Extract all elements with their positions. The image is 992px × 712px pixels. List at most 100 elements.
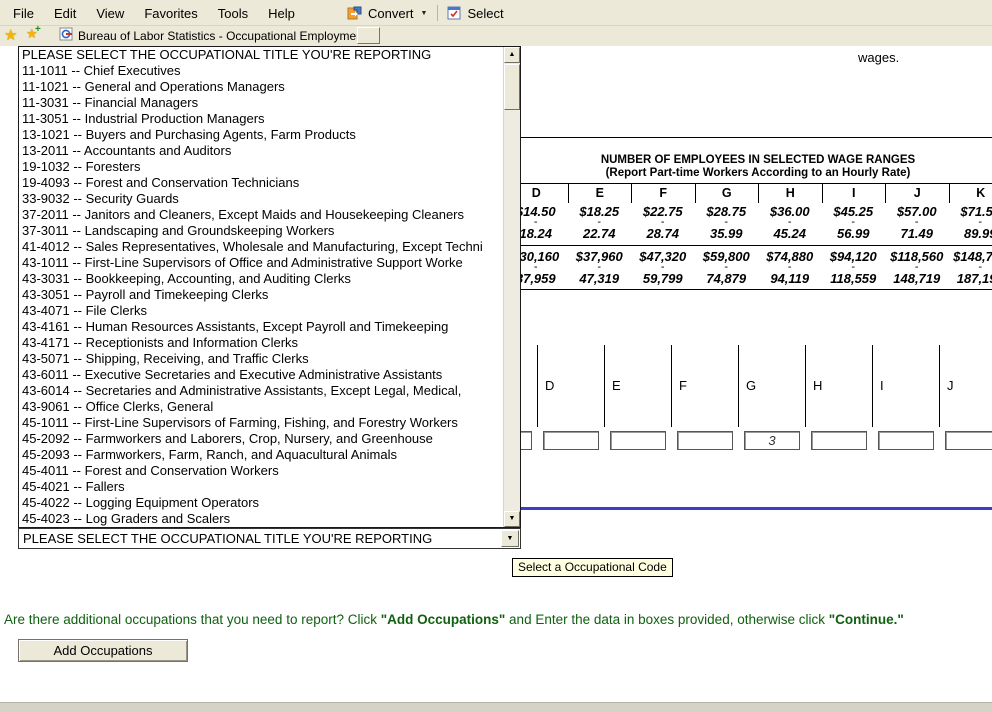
dropdown-option[interactable]: 13-2011 -- Accountants and Auditors — [19, 143, 503, 159]
dropdown-option[interactable]: 45-2093 -- Farmworkers, Farm, Ranch, and… — [19, 447, 503, 463]
annual-max: 94,119 — [758, 272, 822, 285]
employee-count-input[interactable] — [878, 431, 934, 450]
dropdown-option[interactable]: 43-4161 -- Human Resources Assistants, E… — [19, 319, 503, 335]
dropdown-option[interactable]: 43-3051 -- Payroll and Timekeeping Clerk… — [19, 287, 503, 303]
dropdown-option[interactable]: PLEASE SELECT THE OCCUPATIONAL TITLE YOU… — [19, 47, 503, 63]
annual-range-cell: $37,960 - 47,319 — [568, 250, 632, 285]
annual-range-cell: $74,880 - 94,119 — [758, 250, 822, 285]
entry-inputs — [470, 431, 992, 450]
toolbar-blank-button[interactable] — [357, 27, 380, 44]
dropdown-option[interactable]: 19-1032 -- Foresters — [19, 159, 503, 175]
employee-count-input[interactable] — [610, 431, 666, 450]
annual-max: 59,799 — [631, 272, 695, 285]
dropdown-option[interactable]: 11-3031 -- Financial Managers — [19, 95, 503, 111]
entry-column-letter: E — [612, 378, 621, 393]
wage-column-letter: F — [631, 184, 695, 203]
menu-item[interactable]: View — [86, 0, 134, 26]
favorites-star-icon[interactable]: ★ — [4, 26, 17, 44]
hourly-range-cell: $71.50 - 89.99 — [949, 205, 992, 240]
dropdown-scrollbar[interactable]: ▲ ▼ — [503, 47, 520, 527]
annual-max: 148,719 — [885, 272, 949, 285]
tab-title: Bureau of Labor Statistics - Occupationa… — [78, 29, 366, 43]
dropdown-option[interactable]: 45-1011 -- First-Line Supervisors of Far… — [19, 415, 503, 431]
dropdown-option[interactable]: 45-4022 -- Logging Equipment Operators — [19, 495, 503, 511]
hourly-range-cell: $22.75 - 28.74 — [631, 205, 695, 240]
employee-count-input[interactable] — [811, 431, 867, 450]
wage-column-letter: E — [568, 184, 632, 203]
employee-count-input[interactable] — [744, 431, 800, 450]
hourly-range-row: $14.50 - 18.24 $18.25 - 22.74 $22.75 - 2… — [504, 203, 992, 246]
select-button[interactable]: Select — [464, 6, 506, 21]
menu-item[interactable]: File — [3, 0, 44, 26]
entry-column-letter: D — [545, 378, 554, 393]
entry-column-cell: H — [805, 345, 872, 427]
dropdown-option[interactable]: 11-1011 -- Chief Executives — [19, 63, 503, 79]
dropdown-option[interactable]: 43-3031 -- Bookkeeping, Accounting, and … — [19, 271, 503, 287]
browser-tab[interactable]: Bureau of Labor Statistics - Occupationa… — [54, 27, 371, 45]
add-favorite-icon[interactable]: ★+ — [26, 26, 38, 42]
dropdown-option[interactable]: 11-1021 -- General and Operations Manage… — [19, 79, 503, 95]
scroll-up-button[interactable]: ▲ — [504, 47, 520, 63]
toolbar-addons: Convert ▼ Select — [345, 2, 507, 24]
dropdown-option[interactable]: 13-1021 -- Buyers and Purchasing Agents,… — [19, 127, 503, 143]
wage-column-letter: J — [885, 184, 949, 203]
dropdown-option[interactable]: 19-4093 -- Forest and Conservation Techn… — [19, 175, 503, 191]
dropdown-option[interactable]: 43-4071 -- File Clerks — [19, 303, 503, 319]
page-favicon — [59, 27, 73, 46]
hourly-max: 28.74 — [631, 227, 695, 240]
dropdown-option[interactable]: 11-3051 -- Industrial Production Manager… — [19, 111, 503, 127]
hourly-range-cell: $45.25 - 56.99 — [822, 205, 886, 240]
employee-count-input[interactable] — [945, 431, 992, 450]
hourly-range-cell: $28.75 - 35.99 — [695, 205, 759, 240]
combo-dropdown-button[interactable]: ▼ — [501, 530, 519, 547]
selected-option-text: PLEASE SELECT THE OCCUPATIONAL TITLE YOU… — [19, 531, 501, 546]
dropdown-option[interactable]: 37-3011 -- Landscaping and Groundskeepin… — [19, 223, 503, 239]
convert-button[interactable]: Convert — [365, 6, 417, 21]
dropdown-option[interactable]: 43-6014 -- Secretaries and Administrativ… — [19, 383, 503, 399]
dropdown-option[interactable]: 45-4011 -- Forest and Conservation Worke… — [19, 463, 503, 479]
wage-column-letter: I — [822, 184, 886, 203]
hourly-max: 22.74 — [568, 227, 632, 240]
dropdown-option[interactable]: 37-2011 -- Janitors and Cleaners, Except… — [19, 207, 503, 223]
dropdown-option[interactable]: 43-6011 -- Executive Secretaries and Exe… — [19, 367, 503, 383]
convert-dropdown-arrow[interactable]: ▼ — [417, 10, 432, 17]
select-icon — [446, 5, 462, 21]
footer-bold-add: "Add Occupations" — [381, 612, 506, 627]
entry-column-cell: G — [738, 345, 805, 427]
bottom-strip — [0, 702, 992, 712]
occupation-select[interactable]: PLEASE SELECT THE OCCUPATIONAL TITLE YOU… — [18, 528, 521, 549]
dropdown-option[interactable]: 43-9061 -- Office Clerks, General — [19, 399, 503, 415]
dropdown-option[interactable]: 45-2092 -- Farmworkers and Laborers, Cro… — [19, 431, 503, 447]
wage-column-letter: H — [758, 184, 822, 203]
wage-column-letter: G — [695, 184, 759, 203]
dropdown-option[interactable]: 45-4021 -- Fallers — [19, 479, 503, 495]
dropdown-option[interactable]: 33-9032 -- Security Guards — [19, 191, 503, 207]
dropdown-option[interactable]: 43-4171 -- Receptionists and Information… — [19, 335, 503, 351]
wage-table-header: NUMBER OF EMPLOYEES IN SELECTED WAGE RAN… — [504, 138, 992, 184]
hourly-range-cell: $18.25 - 22.74 — [568, 205, 632, 240]
tooltip: Select a Occupational Code — [512, 558, 673, 577]
employee-count-input[interactable] — [543, 431, 599, 450]
menu-item[interactable]: Help — [258, 0, 305, 26]
dropdown-option[interactable]: 43-5071 -- Shipping, Receiving, and Traf… — [19, 351, 503, 367]
add-occupations-button[interactable]: Add Occupations — [18, 639, 188, 662]
dropdown-option[interactable]: 43-1011 -- First-Line Supervisors of Off… — [19, 255, 503, 271]
entry-column-letter: H — [813, 378, 822, 393]
hourly-max: 89.99 — [949, 227, 992, 240]
dropdown-option[interactable]: 41-4012 -- Sales Representatives, Wholes… — [19, 239, 503, 255]
wage-table-subtitle: (Report Part-time Workers According to a… — [504, 167, 992, 180]
dropdown-option[interactable]: 45-4023 -- Log Graders and Scalers — [19, 511, 503, 527]
menu-item[interactable]: Favorites — [134, 0, 207, 26]
entry-column-letter: G — [746, 378, 756, 393]
annual-max: 74,879 — [695, 272, 759, 285]
hourly-range-cell: $57.00 - 71.49 — [885, 205, 949, 240]
menu-item[interactable]: Tools — [208, 0, 258, 26]
menu-item[interactable]: Edit — [44, 0, 86, 26]
annual-max: 187,199 — [949, 272, 992, 285]
entry-column-cell: J — [939, 345, 992, 427]
employee-count-input[interactable] — [677, 431, 733, 450]
divider-rule — [440, 507, 992, 510]
scroll-down-button[interactable]: ▼ — [504, 511, 520, 527]
scrollbar-thumb[interactable] — [504, 64, 520, 110]
plus-icon: + — [35, 24, 41, 35]
